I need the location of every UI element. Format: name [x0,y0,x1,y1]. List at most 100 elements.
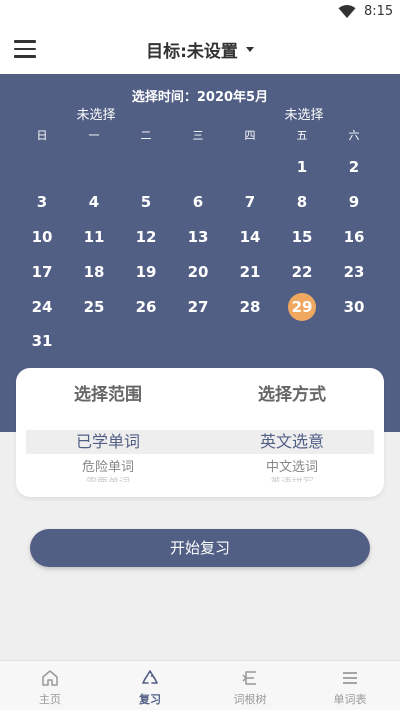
day-number: 20 [187,263,209,281]
mode-option[interactable]: 中文选词 [200,456,384,475]
start-review-button[interactable]: 开始复习 [30,529,370,567]
calendar-day[interactable]: 16 [328,222,380,252]
weekday-label: 四 [244,129,256,142]
range-column-title: 选择范围 [74,385,142,405]
day-number: 26 [135,298,157,316]
day-number: 28 [239,298,261,316]
caret-down-icon [245,47,254,52]
nav-label: 复习 [139,693,161,706]
range-option-faded[interactable]: 需要单词 [16,474,200,482]
nav-label: 单词表 [333,693,367,706]
calendar-day[interactable]: 14 [224,222,276,252]
mode-option-selected[interactable]: 英文选意 [200,430,384,454]
nav-item-home[interactable]: 主页 [0,661,100,710]
day-number: 5 [140,193,152,211]
day-number: 6 [192,193,204,211]
day-number: 11 [83,228,105,246]
calendar-day[interactable]: 7 [224,187,276,217]
mode-column-title: 选择方式 [258,385,326,405]
calendar-day[interactable]: 2 [328,152,380,182]
calendar-day[interactable]: 23 [328,257,380,287]
day-number: 7 [244,193,256,211]
calendar-day[interactable]: 4 [68,187,120,217]
day-number: 8 [296,193,308,211]
day-number: 29 [291,298,313,316]
nav-label: 主页 [39,693,61,706]
calendar-day[interactable]: 5 [120,187,172,217]
calendar-day[interactable]: 26 [120,292,172,322]
recycle-icon [142,670,158,684]
day-number: 30 [343,298,365,316]
calendar-day[interactable]: 9 [328,187,380,217]
nav-item-review[interactable]: 复习 [100,661,200,710]
nav-label: 词根树 [233,693,267,706]
calendar-day[interactable]: 31 [16,326,68,356]
weekday-label: 一 [88,129,100,142]
day-number: 18 [83,263,105,281]
wifi-icon [338,5,356,18]
day-number: 12 [135,228,157,246]
status-bar: 8:15 [0,0,400,24]
goal-selector[interactable]: 目标:未设置 [0,37,400,62]
weekday-label: 日 [36,129,48,142]
calendar-day[interactable]: 6 [172,187,224,217]
weekday-label: 二 [140,129,152,142]
day-number: 27 [187,298,209,316]
day-number: 22 [291,263,313,281]
calendar-day[interactable]: 11 [68,222,120,252]
bottom-nav: 主页 复习 词根树 单词表 [0,660,400,710]
day-number: 23 [343,263,365,281]
calendar-day[interactable]: 8 [276,187,328,217]
day-number: 9 [348,193,360,211]
calendar-header: 选择时间：2020年5月 [131,90,269,105]
weekday-label: 五 [296,129,308,142]
calendar-day[interactable]: 13 [172,222,224,252]
tree-icon [242,671,256,685]
mode-option-faded[interactable]: 英语拼写 [200,474,384,482]
day-number: 21 [239,263,261,281]
nav-item-root-tree[interactable]: 词根树 [200,661,300,710]
day-number: 2 [348,158,360,176]
day-number: 1 [296,158,308,176]
calendar-day[interactable]: 19 [120,257,172,287]
calendar-day-today[interactable]: 29 [276,292,328,322]
calendar-day[interactable]: 22 [276,257,328,287]
calendar-day[interactable]: 18 [68,257,120,287]
end-date-selection: 未选择 [284,108,324,123]
calendar-day[interactable]: 28 [224,292,276,322]
calendar-day[interactable]: 3 [16,187,68,217]
calendar-day[interactable]: 17 [16,257,68,287]
calendar-day[interactable]: 1 [276,152,328,182]
day-number: 25 [83,298,105,316]
weekday-label: 三 [192,129,204,142]
day-number: 10 [31,228,53,246]
day-number: 4 [88,193,100,211]
day-number: 3 [36,193,48,211]
day-number: 13 [187,228,209,246]
list-icon [343,672,357,684]
calendar-day[interactable]: 10 [16,222,68,252]
day-number: 16 [343,228,365,246]
calendar-day[interactable]: 12 [120,222,172,252]
day-number: 15 [291,228,313,246]
start-date-selection: 未选择 [76,108,116,123]
status-time: 8:15 [364,4,394,19]
calendar-day[interactable]: 15 [276,222,328,252]
day-number: 17 [31,263,53,281]
day-number: 19 [135,263,157,281]
range-option[interactable]: 危险单词 [16,456,200,475]
weekday-label: 六 [348,129,360,142]
range-option-selected[interactable]: 已学单词 [16,430,200,454]
calendar-day[interactable]: 27 [172,292,224,322]
calendar-day[interactable]: 21 [224,257,276,287]
review-options-card: 选择范围 选择方式 已学单词 危险单词 需要单词 英文选意 中文选词 英语拼写 [16,368,384,497]
day-number: 31 [31,332,53,350]
nav-item-word-list[interactable]: 单词表 [300,661,400,710]
day-number: 14 [239,228,261,246]
calendar-day[interactable]: 30 [328,292,380,322]
app-bar: 目标:未设置 [0,24,400,74]
calendar-day[interactable]: 24 [16,292,68,322]
calendar-day[interactable]: 20 [172,257,224,287]
calendar-day[interactable]: 25 [68,292,120,322]
home-icon [42,670,58,686]
